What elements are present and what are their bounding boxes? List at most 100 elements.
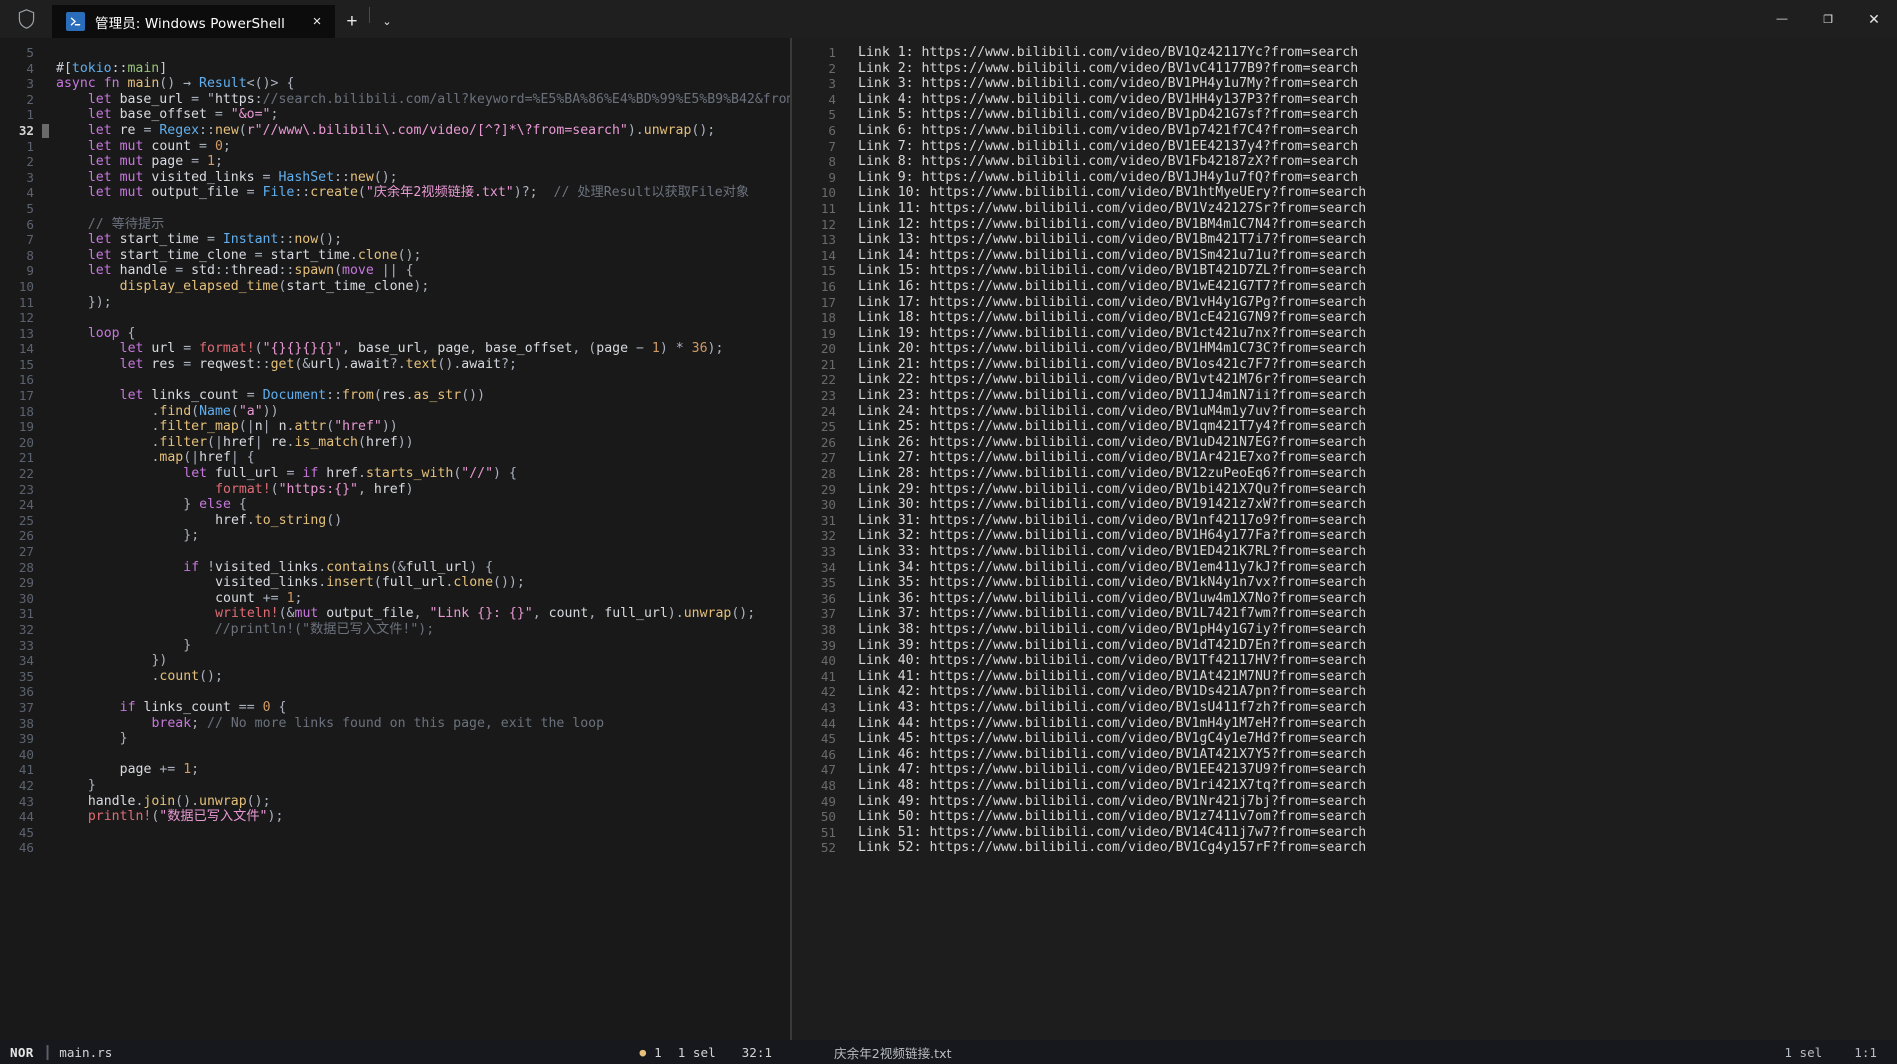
code-line[interactable]: 32 //println!("数据已写入文件!"); xyxy=(0,622,790,638)
code-line[interactable]: 1 let mut count = 0; xyxy=(0,139,790,155)
list-item[interactable]: 20 Link 20: https://www.bilibili.com/vide… xyxy=(792,341,1897,357)
code-line[interactable]: 21 .map(|href| { xyxy=(0,450,790,466)
window-close-button[interactable]: ✕ xyxy=(1851,0,1897,38)
list-item[interactable]: 24 Link 24: https://www.bilibili.com/vide… xyxy=(792,404,1897,420)
code-line[interactable]: 40 xyxy=(0,747,790,763)
list-item[interactable]: 5 Link 5: https://www.bilibili.com/video/… xyxy=(792,107,1897,123)
code-line[interactable]: 45 xyxy=(0,825,790,841)
list-item[interactable]: 17 Link 17: https://www.bilibili.com/vide… xyxy=(792,295,1897,311)
list-item[interactable]: 33 Link 33: https://www.bilibili.com/vide… xyxy=(792,544,1897,560)
code-line[interactable]: 12 xyxy=(0,310,790,326)
code-line[interactable]: 15 let res = reqwest::get(&url).await?.t… xyxy=(0,357,790,373)
code-line[interactable]: 3 let mut visited_links = HashSet::new()… xyxy=(0,170,790,186)
list-item[interactable]: 40 Link 40: https://www.bilibili.com/vide… xyxy=(792,653,1897,669)
list-item[interactable]: 1 Link 1: https://www.bilibili.com/video/… xyxy=(792,45,1897,61)
list-item[interactable]: 23 Link 23: https://www.bilibili.com/vide… xyxy=(792,388,1897,404)
code-line[interactable]: 10 display_elapsed_time(start_time_clone… xyxy=(0,279,790,295)
code-line[interactable]: 34 }) xyxy=(0,653,790,669)
code-line[interactable]: 16 xyxy=(0,372,790,388)
code-line[interactable]: 7 let start_time = Instant::now(); xyxy=(0,232,790,248)
code-line[interactable]: 33 } xyxy=(0,638,790,654)
code-line[interactable]: 35 .count(); xyxy=(0,669,790,685)
list-item[interactable]: 12 Link 12: https://www.bilibili.com/vide… xyxy=(792,217,1897,233)
list-item[interactable]: 25 Link 25: https://www.bilibili.com/vide… xyxy=(792,419,1897,435)
code-line[interactable]: 17 let links_count = Document::from(res.… xyxy=(0,388,790,404)
list-item[interactable]: 48 Link 48: https://www.bilibili.com/vide… xyxy=(792,778,1897,794)
code-line[interactable]: 4 #[tokio::main] xyxy=(0,61,790,77)
list-item[interactable]: 35 Link 35: https://www.bilibili.com/vide… xyxy=(792,575,1897,591)
list-item[interactable]: 52 Link 52: https://www.bilibili.com/vide… xyxy=(792,840,1897,856)
list-item[interactable]: 22 Link 22: https://www.bilibili.com/vide… xyxy=(792,372,1897,388)
close-icon[interactable]: × xyxy=(303,9,331,35)
list-item[interactable]: 32 Link 32: https://www.bilibili.com/vide… xyxy=(792,528,1897,544)
list-item[interactable]: 19 Link 19: https://www.bilibili.com/vide… xyxy=(792,326,1897,342)
chevron-down-icon[interactable]: ⌄ xyxy=(370,5,404,38)
list-item[interactable]: 38 Link 38: https://www.bilibili.com/vide… xyxy=(792,622,1897,638)
list-item[interactable]: 10 Link 10: https://www.bilibili.com/vide… xyxy=(792,185,1897,201)
code-line[interactable]: 13 loop { xyxy=(0,326,790,342)
code-line[interactable]: 2 let base_url = "https://search.bilibil… xyxy=(0,92,790,108)
code-line[interactable]: 19 .filter_map(|n| n.attr("href")) xyxy=(0,419,790,435)
list-item[interactable]: 51 Link 51: https://www.bilibili.com/vide… xyxy=(792,825,1897,841)
code-line[interactable]: 22 let full_url = if href.starts_with("/… xyxy=(0,466,790,482)
code-line[interactable]: 1 let base_offset = "&o="; xyxy=(0,107,790,123)
list-item[interactable]: 42 Link 42: https://www.bilibili.com/vide… xyxy=(792,684,1897,700)
code-line[interactable]: 32 let re = Regex::new(r"//www\.bilibili… xyxy=(0,123,790,139)
code-line[interactable]: 31 writeln!(&mut output_file, "Link {}: … xyxy=(0,606,790,622)
list-item[interactable]: 30 Link 30: https://www.bilibili.com/vide… xyxy=(792,497,1897,513)
code-line[interactable]: 6 // 等待提示 xyxy=(0,217,790,233)
new-tab-button[interactable]: + xyxy=(335,5,369,38)
code-line[interactable]: 11 }); xyxy=(0,295,790,311)
code-line[interactable]: 38 break; // No more links found on this… xyxy=(0,716,790,732)
list-item[interactable]: 31 Link 31: https://www.bilibili.com/vide… xyxy=(792,513,1897,529)
list-item[interactable]: 36 Link 36: https://www.bilibili.com/vide… xyxy=(792,591,1897,607)
editor-pane-left[interactable]: 5 4 #[tokio::main] 3 async fn main() → Resul… xyxy=(0,38,790,1040)
terminal-tab-powershell[interactable]: 管理员: Windows PowerShell × xyxy=(52,5,335,38)
list-item[interactable]: 27 Link 27: https://www.bilibili.com/vide… xyxy=(792,450,1897,466)
list-item[interactable]: 45 Link 45: https://www.bilibili.com/vide… xyxy=(792,731,1897,747)
code-line[interactable]: 46 xyxy=(0,840,790,856)
code-line[interactable]: 23 format!("https:{}", href) xyxy=(0,482,790,498)
code-line[interactable]: 37 if links_count == 0 { xyxy=(0,700,790,716)
list-item[interactable]: 9 Link 9: https://www.bilibili.com/video/… xyxy=(792,170,1897,186)
list-item[interactable]: 4 Link 4: https://www.bilibili.com/video/… xyxy=(792,92,1897,108)
code-line[interactable]: 36 xyxy=(0,684,790,700)
list-item[interactable]: 26 Link 26: https://www.bilibili.com/vide… xyxy=(792,435,1897,451)
code-line[interactable]: 27 xyxy=(0,544,790,560)
list-item[interactable]: 29 Link 29: https://www.bilibili.com/vide… xyxy=(792,482,1897,498)
editor-pane-right[interactable]: 1 Link 1: https://www.bilibili.com/video/… xyxy=(792,38,1897,1040)
list-item[interactable]: 14 Link 14: https://www.bilibili.com/vide… xyxy=(792,248,1897,264)
list-item[interactable]: 47 Link 47: https://www.bilibili.com/vide… xyxy=(792,762,1897,778)
code-line[interactable]: 8 let start_time_clone = start_time.clon… xyxy=(0,248,790,264)
code-line[interactable]: 44 println!("数据已写入文件"); xyxy=(0,809,790,825)
list-item[interactable]: 15 Link 15: https://www.bilibili.com/vide… xyxy=(792,263,1897,279)
list-item[interactable]: 11 Link 11: https://www.bilibili.com/vide… xyxy=(792,201,1897,217)
code-line[interactable]: 5 xyxy=(0,201,790,217)
code-line[interactable]: 39 } xyxy=(0,731,790,747)
code-line[interactable]: 26 }; xyxy=(0,528,790,544)
list-item[interactable]: 21 Link 21: https://www.bilibili.com/vide… xyxy=(792,357,1897,373)
code-line[interactable]: 24 } else { xyxy=(0,497,790,513)
code-line[interactable]: 4 let mut output_file = File::create("庆余… xyxy=(0,185,790,201)
code-line[interactable]: 42 } xyxy=(0,778,790,794)
list-item[interactable]: 50 Link 50: https://www.bilibili.com/vide… xyxy=(792,809,1897,825)
code-line[interactable]: 20 .filter(|href| re.is_match(href)) xyxy=(0,435,790,451)
code-line[interactable]: 5 xyxy=(0,45,790,61)
list-item[interactable]: 16 Link 16: https://www.bilibili.com/vide… xyxy=(792,279,1897,295)
list-item[interactable]: 43 Link 43: https://www.bilibili.com/vide… xyxy=(792,700,1897,716)
code-line[interactable]: 2 let mut page = 1; xyxy=(0,154,790,170)
list-item[interactable]: 39 Link 39: https://www.bilibili.com/vide… xyxy=(792,638,1897,654)
list-item[interactable]: 8 Link 8: https://www.bilibili.com/video/… xyxy=(792,154,1897,170)
maximize-button[interactable]: ❐ xyxy=(1805,0,1851,38)
list-item[interactable]: 6 Link 6: https://www.bilibili.com/video/… xyxy=(792,123,1897,139)
list-item[interactable]: 37 Link 37: https://www.bilibili.com/vide… xyxy=(792,606,1897,622)
code-line[interactable]: 25 href.to_string() xyxy=(0,513,790,529)
code-line[interactable]: 30 count += 1; xyxy=(0,591,790,607)
list-item[interactable]: 44 Link 44: https://www.bilibili.com/vide… xyxy=(792,716,1897,732)
list-item[interactable]: 46 Link 46: https://www.bilibili.com/vide… xyxy=(792,747,1897,763)
code-line[interactable]: 29 visited_links.insert(full_url.clone()… xyxy=(0,575,790,591)
code-line[interactable]: 43 handle.join().unwrap(); xyxy=(0,794,790,810)
list-item[interactable]: 28 Link 28: https://www.bilibili.com/vide… xyxy=(792,466,1897,482)
code-line[interactable]: 18 .find(Name("a")) xyxy=(0,404,790,420)
code-line[interactable]: 28 if !visited_links.contains(&full_url)… xyxy=(0,560,790,576)
